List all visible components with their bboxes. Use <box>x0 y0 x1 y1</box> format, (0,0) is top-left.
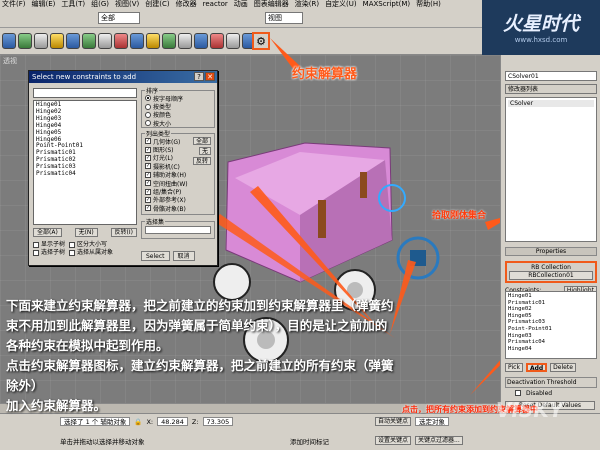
option-select-subtree[interactable]: 选择子树 <box>33 249 65 257</box>
modifier-stack[interactable]: CSolver <box>505 97 597 242</box>
sort-group: 排序 按字母顺序 按类型 按颜色 按大小 <box>141 86 215 128</box>
deactivation-threshold-group: Deactivation Threshold <box>505 377 597 388</box>
x-label: X: <box>146 417 154 426</box>
watermark: VISKY <box>496 398 564 422</box>
tutorial-text: 下面来建立约束解算器，把之前建立的约束加到约束解算器里（弹簧约 束不用加到此解算器… <box>6 296 396 416</box>
rb-collection-label: RB Collection <box>531 264 571 271</box>
sort-option[interactable]: 按大小 <box>142 119 214 128</box>
option-display-subtree[interactable]: 显示子树 <box>33 241 65 249</box>
invert-selection-button[interactable]: 反转(I) <box>110 228 137 237</box>
sort-caption: 排序 <box>145 86 160 95</box>
rb-collection-pick-button[interactable]: RBCollection01 <box>509 271 593 280</box>
pick-rb-callout: 拾取刚体集合 <box>432 211 487 221</box>
dialog-actions: Select 取消 <box>141 251 195 261</box>
command-panel: CSolver01 修改器列表 CSolver Properties RB Co… <box>500 55 600 413</box>
object-name-field[interactable]: CSolver01 <box>505 71 597 81</box>
lock-icon[interactable]: 🔒 <box>134 418 142 426</box>
car-post <box>318 200 326 238</box>
selected-object-dropdown[interactable]: 选定对象 <box>415 417 450 426</box>
close-icon[interactable]: ✕ <box>205 72 215 81</box>
pick-button[interactable]: Pick <box>505 363 523 372</box>
wheel <box>213 263 251 301</box>
properties-rollout: Properties RB Collection RBCollection01 … <box>505 247 597 295</box>
list-types-caption: 列出类型 <box>145 129 172 138</box>
select-all-button[interactable]: 全部(A) <box>33 228 62 237</box>
set-key-button[interactable]: 设置关键点 <box>375 436 412 445</box>
dialog-title: Select new constraints to add <box>32 73 137 81</box>
z-label: Z: <box>191 417 199 426</box>
constraint-list-item[interactable]: Prismatic04 <box>508 339 594 346</box>
option-select-dependents[interactable]: 选择从属对象 <box>69 249 113 257</box>
deactivation-threshold-label: Deactivation Threshold <box>507 379 577 386</box>
delete-button[interactable]: Delete <box>550 363 576 372</box>
list-types-group: 列出类型 ✓ 几何体(G) ✓ 图形(S) ✓ 灯光(L) ✓ 摄影机(C) ✓ 辅助对象(H) ✓… <box>141 129 215 215</box>
dialog-titlebar[interactable]: Select new constraints to add ? ✕ <box>29 71 217 83</box>
list-options: 显示子树 区分大小写 选择子树 选择从属对象 <box>33 241 137 257</box>
constraint-list-item[interactable]: Hinge01 <box>508 293 594 300</box>
select-none-button[interactable]: 无(N) <box>74 228 98 237</box>
add-button[interactable]: Add <box>525 363 548 372</box>
tutorial-line: 加入约束解算器。 <box>6 398 107 413</box>
constraint-actions: Pick Add Delete <box>505 363 597 372</box>
tutorial-line: 束不用加到此解算器里，因为弹簧属于简单约束），目的是让之前加的 <box>6 318 388 333</box>
constraint-list-item[interactable]: Hinge03 <box>508 333 594 340</box>
option-case-sensitive[interactable]: 区分大小写 <box>69 241 107 249</box>
help-button[interactable]: ? <box>194 72 204 81</box>
type-checkbox[interactable]: ✓ 骨骼对象(B) <box>142 204 214 213</box>
solver-callout: 约束解算器 <box>292 67 358 82</box>
name-filter-input[interactable] <box>33 88 137 98</box>
modifier-list-dropdown[interactable]: 修改器列表 <box>505 84 597 94</box>
constraint-list-item[interactable]: Prismatic01 <box>508 300 594 307</box>
types-invert-button[interactable]: 反转 <box>192 157 211 165</box>
constraint-list-item[interactable]: Point-Point01 <box>508 326 594 333</box>
add-time-tag[interactable]: 添加时间标记 <box>290 436 329 446</box>
x-coordinate-field[interactable]: 48.284 <box>157 417 188 426</box>
selection-sets-group: 选择集 <box>141 217 215 239</box>
prompt-text: 单击并拖动以选择并移动对象 <box>60 438 145 446</box>
selection-count: 选择了 1 个 辅助对象 <box>60 417 131 426</box>
list-item[interactable]: Prismatic04 <box>36 170 134 178</box>
car-post <box>360 172 367 198</box>
z-coordinate-field[interactable]: 73.305 <box>202 417 234 426</box>
tutorial-line: 各种约束在模拟中起到作用。 <box>6 338 169 353</box>
types-none-button[interactable]: 无 <box>198 147 211 155</box>
cancel-button[interactable]: 取消 <box>172 251 195 261</box>
selection-set-dropdown[interactable] <box>145 226 211 234</box>
constraint-list-item[interactable]: Hinge02 <box>508 306 594 313</box>
selection-sets-caption: 选择集 <box>145 217 166 226</box>
list-button-row: 全部(A) 无(N) 反转(I) <box>33 228 137 237</box>
auto-key-button[interactable]: 自动关键点 <box>375 417 412 426</box>
tutorial-line: 下面来建立约束解算器，把之前建立的约束加到约束解算器里（弹簧约 <box>6 298 394 313</box>
types-all-button[interactable]: 全部 <box>192 137 211 145</box>
constraint-object-list[interactable]: Hinge01 Hinge02 Hinge03 Hinge04 Hinge05 Hinge… <box>33 100 137 225</box>
disabled-label: Disabled <box>526 390 553 397</box>
tutorial-line: 点击约束解算器图标，建立约束解算器，把之前建立的所有约束（弹簧除外） <box>6 358 394 393</box>
disabled-checkbox[interactable]: Disabled <box>505 390 597 397</box>
constraint-list-item[interactable]: Hinge05 <box>508 313 594 320</box>
constraints-list[interactable]: Hinge01 Prismatic01 Hinge02 Hinge05 Prismati… <box>505 291 597 359</box>
constraint-list-item[interactable]: Prismatic03 <box>508 319 594 326</box>
properties-rollout-header[interactable]: Properties <box>505 247 597 256</box>
key-filters-button[interactable]: 关键点过滤器... <box>415 436 463 445</box>
select-constraints-dialog: Select new constraints to add ? ✕ Hinge01… <box>28 70 218 266</box>
constraint-list-item[interactable]: Hinge04 <box>508 346 594 353</box>
select-button[interactable]: Select <box>141 251 170 261</box>
modifier-stack-item[interactable]: CSolver <box>508 100 594 107</box>
rb-collection-box: RB Collection RBCollection01 <box>505 261 597 283</box>
